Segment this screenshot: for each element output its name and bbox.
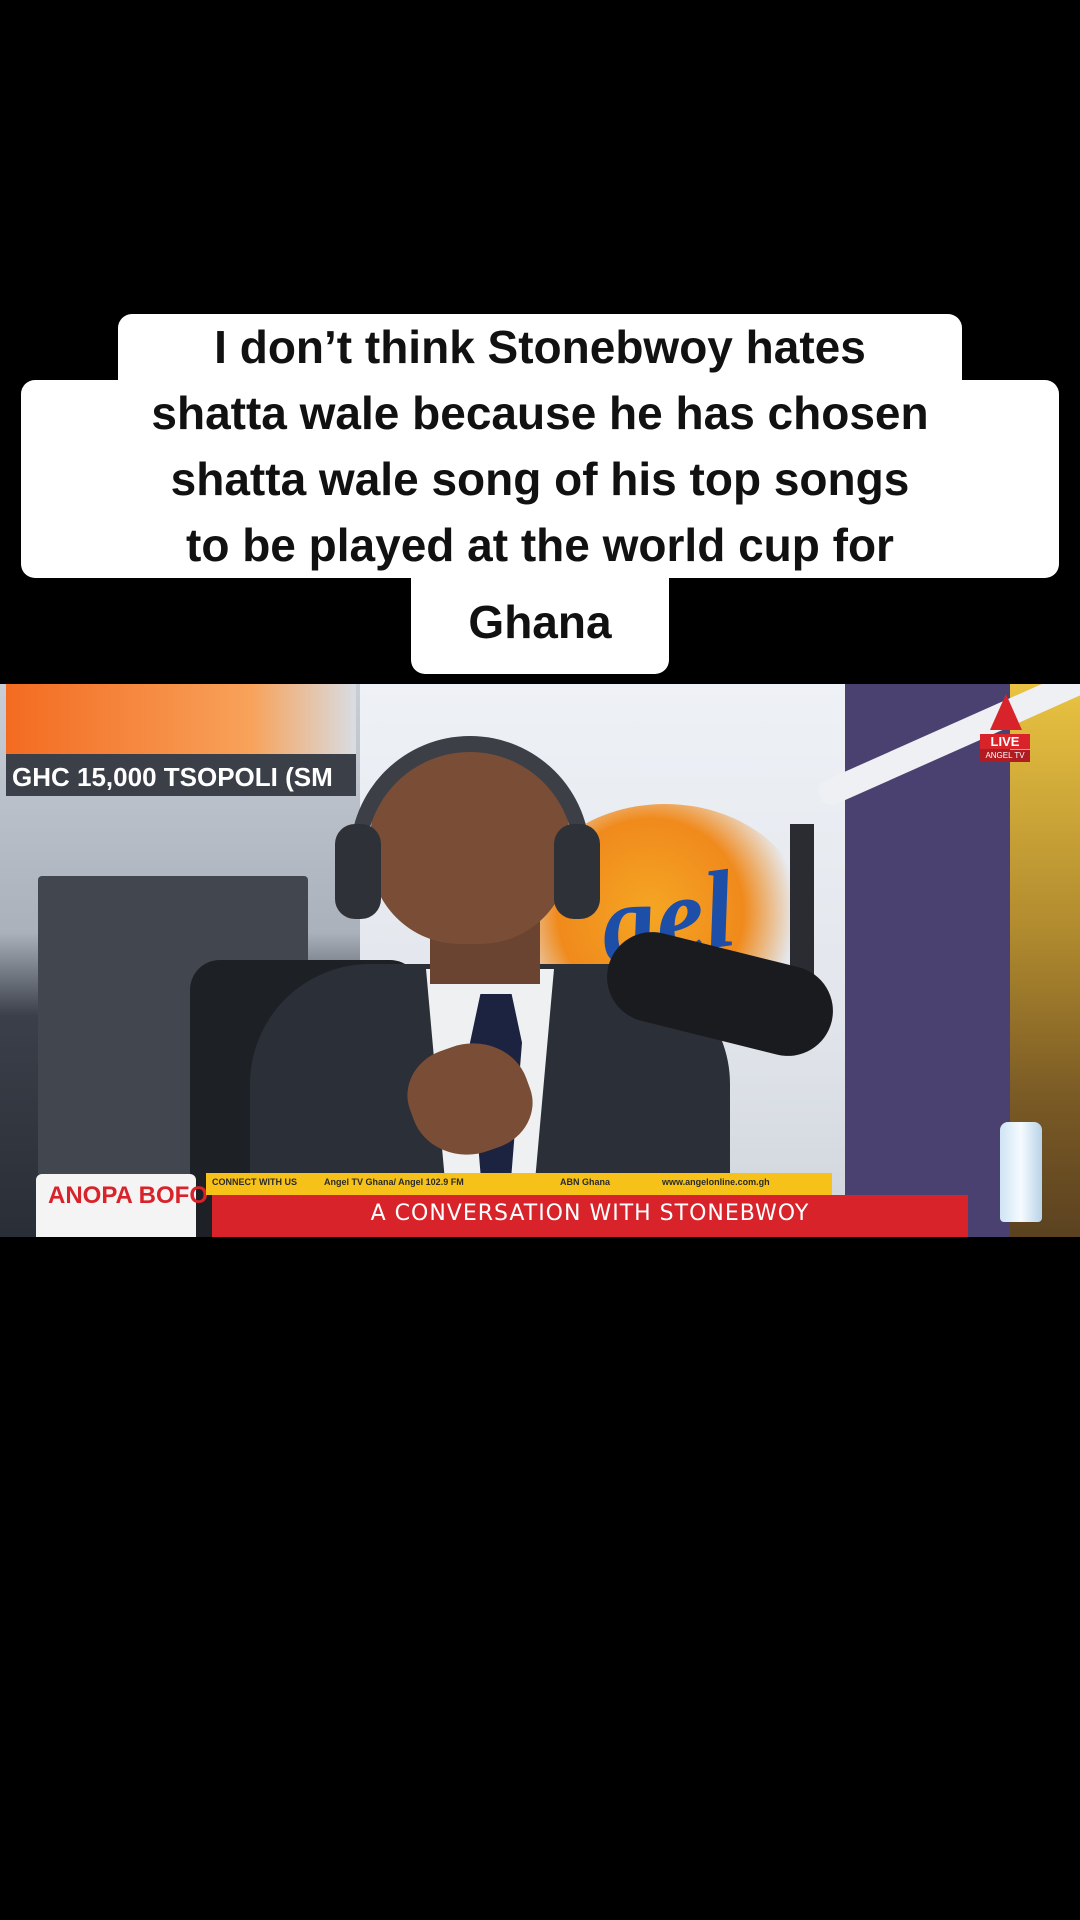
headphone-left-cup	[335, 824, 381, 919]
caption-line-1: I don’t think Stonebwoy hates	[118, 314, 962, 380]
caption-line-5: Ghana	[411, 578, 669, 674]
connect-label: CONNECT WITH US	[212, 1177, 297, 1187]
video-frame[interactable]: GHC 15,000 TSOPOLI (SM gel LIVE ANGEL TV…	[0, 684, 1080, 1237]
caption-line-4: to be played at the world cup for	[21, 512, 1059, 578]
caption-line-2: shatta wale because he has chosen	[21, 380, 1059, 446]
social-handles: Angel TV Ghana/ Angel 102.9 FM	[324, 1177, 464, 1187]
background-tv-ticker-text: GHC 15,000 TSOPOLI (SM	[12, 762, 333, 792]
caption-line-3: shatta wale song of his top songs	[21, 446, 1059, 512]
sponsor-text: ANOPA BOFO	[48, 1182, 208, 1209]
headphone-right-cup	[554, 824, 600, 919]
live-badge: LIVE ANGEL TV	[980, 694, 1030, 768]
website-label: www.angelonline.com.gh	[662, 1177, 770, 1187]
background-tv-screen	[6, 684, 356, 754]
water-bottle	[1000, 1122, 1042, 1222]
angel-logo-icon	[990, 694, 1022, 730]
youtube-handle: ABN Ghana	[560, 1177, 611, 1187]
live-label: LIVE	[980, 734, 1030, 749]
live-channel-label: ANGEL TV	[980, 750, 1030, 762]
show-title: A CONVERSATION WITH STONEBWOY	[370, 1201, 810, 1226]
